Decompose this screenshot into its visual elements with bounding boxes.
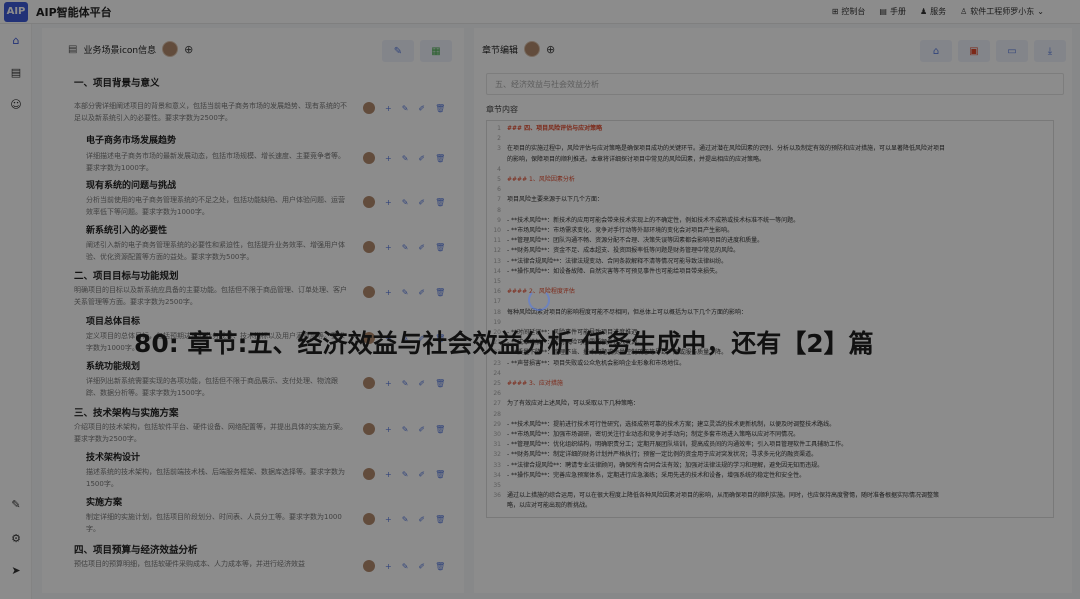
generation-status-text: 80: 章节:五、经济效益与社会效益分析 任务生成中，还有【2】篇 (134, 329, 874, 358)
loading-spinner-icon (528, 289, 550, 311)
